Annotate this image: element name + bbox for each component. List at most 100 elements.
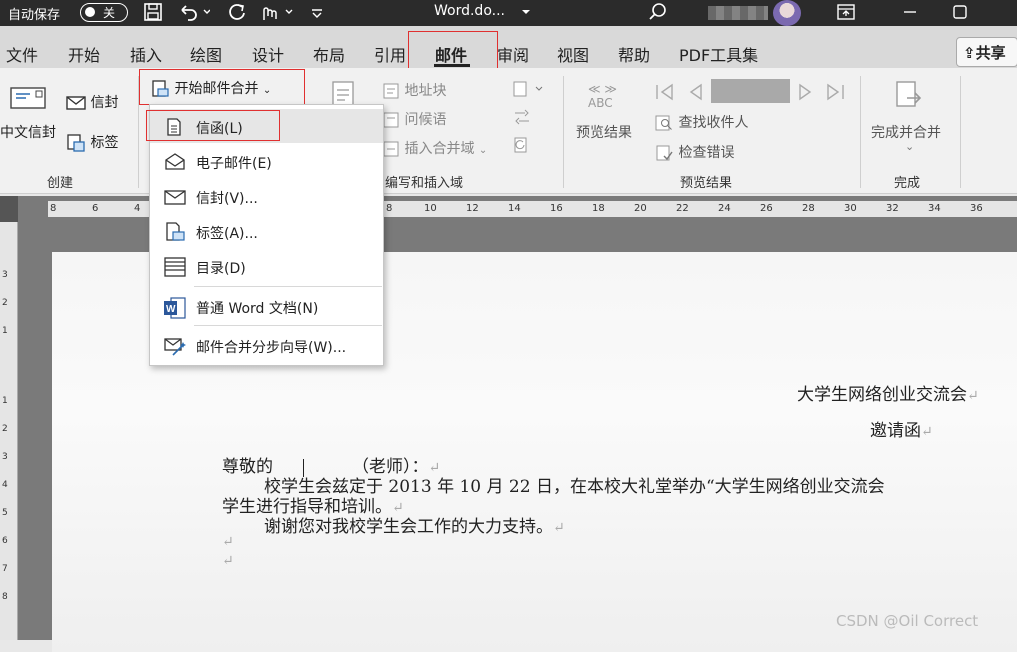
find-recipient-button[interactable]: 查找收件人 [654,112,748,132]
menu-item-directory[interactable]: 目录(D) [150,249,383,283]
envelope-icon [164,187,186,205]
group-label-finish: 完成 [894,176,921,191]
autosave-toggle[interactable]: 关 [80,3,128,22]
menu-separator [194,286,382,287]
ruler-tick: 10 [424,203,437,214]
menu-item-labels[interactable]: 标签(A)... [150,214,383,248]
update-labels-icon[interactable] [512,136,532,158]
preview-results-button[interactable]: 预览结果 [576,122,632,142]
menu-item-normal-word-document[interactable]: W 普通 Word 文档(N) [150,289,383,323]
check-errors-icon [656,145,673,161]
ruler-tick: 28 [802,203,815,214]
envelope-button[interactable]: 信封 [66,92,118,112]
ruler-tick: 8 [386,203,393,214]
tab-help[interactable]: 帮助 [618,42,650,66]
menu-item-label: 目录(D) [196,261,246,277]
tab-draw[interactable]: 绘图 [190,42,222,66]
minimize-icon[interactable] [902,2,918,26]
group-separator [138,76,139,188]
email-icon [164,152,185,170]
ruler-tick: 24 [718,203,731,214]
doc-title-line[interactable]: 邀请函↵ [870,416,933,441]
avatar[interactable] [773,0,801,26]
match-fields-icon[interactable] [512,108,532,130]
tab-references[interactable]: 引用 [374,42,406,66]
tab-home[interactable]: 开始 [68,42,100,66]
labels-icon [164,222,185,241]
group-separator [563,76,564,188]
start-mail-merge-button[interactable]: 开始邮件合并 ⌄ [150,78,271,99]
title-line-text: 邀请函 [870,421,921,441]
tab-view[interactable]: 视图 [557,42,589,66]
ribbon-display-icon[interactable] [836,2,856,26]
ruler-tick: 20 [634,203,647,214]
word-doc-icon: W [164,297,186,319]
next-record-icon[interactable] [797,82,815,106]
watermark: CSDN @Oil Correct [836,612,979,630]
body-line-3-text: 谢谢您对我校学生会工作的大力支持。 [264,517,553,537]
title-bar: 自动保存 关 Word.do... [0,0,1017,26]
tab-file[interactable]: 文件 [6,42,38,66]
touch-mode-icon[interactable] [258,2,298,26]
ruler-tick: 12 [466,203,479,214]
rules-icon[interactable] [512,80,546,102]
greeting-line-label: 问候语 [404,112,447,128]
previous-record-icon[interactable] [686,82,704,106]
tab-layout[interactable]: 布局 [313,42,345,66]
chevron-down-icon: ⌄ [478,145,488,156]
tab-pdf-tools[interactable]: PDF工具集 [679,42,758,66]
chevron-down-icon: ⌄ [905,140,915,153]
ruler-tick: 8 [2,592,8,602]
doc-org-line[interactable]: 大学生网络创业交流会↵ [797,380,979,405]
finish-merge-icon [893,80,925,118]
active-tab-underline [434,64,470,67]
search-icon[interactable] [648,2,668,26]
ruler-tick: 22 [676,203,689,214]
preview-results-icon: ≪ ≫ ABC [588,82,617,110]
finish-merge-button[interactable]: 完成并合并 [871,122,941,142]
ruler-tick: 6 [2,536,8,546]
address-block-icon [383,83,399,99]
menu-item-envelopes[interactable]: 信封(V)... [150,179,383,213]
redo-icon[interactable] [226,2,248,26]
save-icon[interactable] [143,2,163,26]
undo-icon[interactable] [178,2,211,26]
tab-insert[interactable]: 插入 [130,42,162,66]
customize-icon[interactable] [310,2,324,26]
insert-merge-field-label: 插入合并域 [404,141,475,157]
greeting-line-button[interactable]: 问候语 [382,109,446,129]
record-number-field[interactable] [711,79,790,103]
tab-mailings[interactable]: 邮件 [435,42,467,66]
ruler-tick: 14 [508,203,521,214]
chinese-envelope-button[interactable]: 中文信封 [0,122,56,142]
group-label-preview: 预览结果 [680,176,733,191]
last-record-icon[interactable] [825,82,847,106]
ruler-tick: 26 [760,203,773,214]
menu-item-letters[interactable]: 信函(L) [150,109,383,143]
insert-merge-field-button[interactable]: 插入合并域 ⌄ [382,138,487,158]
title-dropdown-icon[interactable] [519,2,533,26]
ruler-tick: 4 [2,480,8,490]
tab-selector[interactable] [0,196,18,222]
start-mail-merge-label: 开始邮件合并 [174,81,259,97]
address-block-label: 地址块 [404,83,447,99]
tab-review[interactable]: 审阅 [497,42,529,66]
labels-button[interactable]: 标签 [66,132,118,153]
ruler-tick: 30 [844,203,857,214]
doc-body-line-3[interactable]: 谢谢您对我校学生会工作的大力支持。↵ [264,512,565,537]
share-button[interactable]: ⇪共享 [956,37,1017,67]
labels-icon [67,134,85,152]
restore-icon[interactable] [952,2,968,26]
group-label-write-insert: 编写和插入域 [385,176,464,191]
ribbon-tabs: 文件 开始 插入 绘图 设计 布局 引用 邮件 审阅 视图 帮助 PDF工具集 [0,26,1017,68]
ruler-tick: 4 [134,203,141,214]
group-separator [860,76,861,188]
find-recipient-label: 查找收件人 [678,115,749,131]
tab-design[interactable]: 设计 [252,42,284,66]
check-errors-button[interactable]: 检查错误 [654,142,734,162]
menu-item-wizard[interactable]: 邮件合并分步向导(W)... [150,328,383,362]
first-record-icon[interactable] [654,82,676,106]
menu-item-email[interactable]: 电子邮件(E) [150,144,383,178]
ruler-tick: 3 [2,452,8,462]
address-block-button[interactable]: 地址块 [382,80,446,100]
